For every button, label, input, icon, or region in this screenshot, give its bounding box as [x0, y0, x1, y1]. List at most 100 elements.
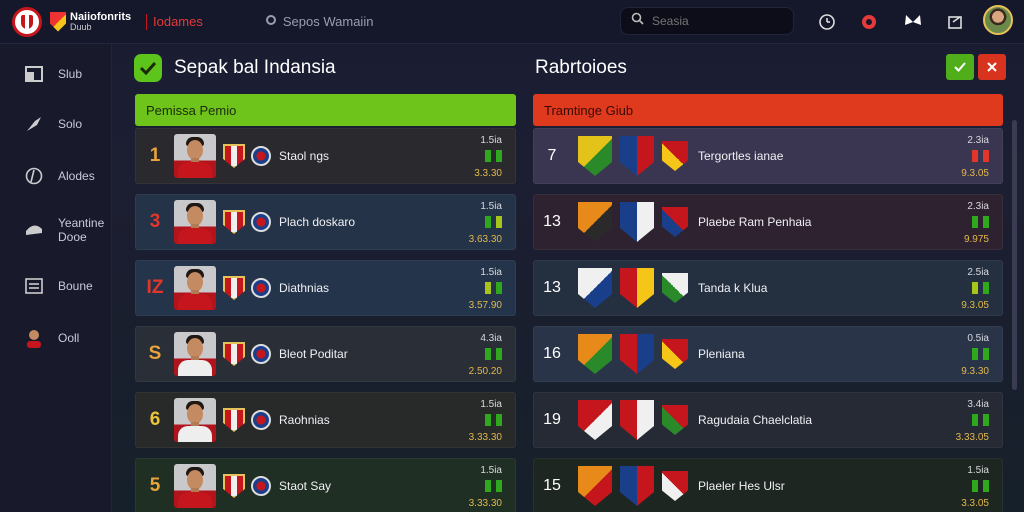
whistle-icon	[24, 114, 44, 134]
table-row[interactable]: 15 Plaeler Hes Ulsr 1.5ia 3.3.05	[533, 458, 1003, 512]
table-row[interactable]: 19 Ragudaia Chaelclatia 3.4ia 3.33.05	[533, 392, 1003, 448]
sidebar-item-label: Ooll	[58, 331, 80, 345]
club-crest-icon	[620, 202, 654, 242]
scrollbar[interactable]	[1012, 120, 1017, 390]
player-name: Diathnias	[279, 281, 330, 295]
sidebar-item-alodes[interactable]: Alodes	[0, 154, 112, 198]
stats-block: 0.5ia 9.3.30	[941, 333, 989, 377]
rank-number: 16	[543, 345, 561, 362]
player-name: Staol ngs	[279, 149, 330, 163]
stat-bars	[941, 414, 989, 426]
stat-bars	[454, 480, 502, 492]
stat-bar	[983, 348, 989, 360]
rank-number: S	[148, 343, 162, 364]
table-row[interactable]: S Bleot Poditar 4.3ia 2.50.20	[135, 326, 516, 382]
table-row[interactable]: 5 Staot Say 1.5ia 3.33.30	[135, 458, 516, 512]
search-input[interactable]	[652, 14, 772, 28]
stat-bar	[983, 282, 989, 294]
rank-number: 5	[149, 475, 161, 496]
user-avatar[interactable]	[983, 5, 1013, 35]
player-photo	[174, 332, 216, 376]
sidebar-item-club[interactable]: Slub	[0, 52, 112, 96]
brand-name: Naiiofonrits Duub	[70, 11, 131, 32]
nav-item-active[interactable]: Iodames	[153, 14, 203, 29]
stats-block: 4.3ia 2.50.20	[454, 333, 502, 377]
rank-number: 1	[149, 145, 161, 166]
stat-score: 3.33.30	[468, 498, 502, 509]
club-name: Tergortles ianae	[698, 149, 784, 163]
table-row[interactable]: 13 Plaebe Ram Penhaia 2.3ia 9.975	[533, 194, 1003, 250]
sidebar-item-solo[interactable]: Solo	[0, 102, 112, 146]
table-row[interactable]: 1 Staol ngs 1.5ia 3.3.30	[135, 128, 516, 184]
club-badge-icon	[251, 410, 271, 430]
player-photo	[174, 266, 216, 310]
stat-score: 3.33.05	[955, 432, 989, 443]
search-box[interactable]	[620, 7, 794, 35]
ball-icon	[24, 166, 44, 186]
right-panel-header[interactable]: Tramtinge Giub	[533, 94, 1003, 126]
club-crest-icon	[620, 400, 654, 440]
club-crest-icon	[620, 136, 654, 176]
stat-bar	[972, 348, 978, 360]
table-row[interactable]: 16 Pleniana 0.5ia 9.3.30	[533, 326, 1003, 382]
stat-bar	[972, 282, 978, 294]
stat-score: 3.63.30	[468, 234, 502, 245]
sidebar-item-label: Solo	[58, 117, 83, 131]
rank-number: 7	[547, 147, 557, 164]
table-row[interactable]: IZ Diathnias 1.5ia 3.57.90	[135, 260, 516, 316]
sidebar-item-yeantine[interactable]: Yeantine Dooe	[0, 208, 112, 252]
stat-value: 1.5ia	[480, 399, 502, 410]
stat-score: 3.3.30	[474, 168, 502, 179]
notification-icon[interactable]	[858, 11, 880, 33]
stat-value: 2.3ia	[967, 201, 989, 212]
club-crest-icon	[620, 334, 654, 374]
rank-number: 13	[543, 213, 561, 230]
club-name: Tanda k Klua	[698, 281, 768, 295]
nav-item-sports[interactable]: Sepos Wamaiin	[265, 14, 374, 29]
club-crest-icon	[223, 408, 245, 432]
stats-block: 3.4ia 3.33.05	[941, 399, 989, 443]
club-name: Plaeler Hes Ulsr	[698, 479, 785, 493]
clock-icon[interactable]	[816, 11, 838, 33]
table-row[interactable]: 6 Raohnias 1.5ia 3.33.30	[135, 392, 516, 448]
list-icon	[24, 276, 44, 296]
club-name: Plaebe Ram Penhaia	[698, 215, 812, 229]
club-name: Ragudaia Chaelclatia	[698, 413, 813, 427]
sidebar-item-label: Slub	[58, 67, 83, 81]
table-row[interactable]: 13 Tanda k Klua 2.5ia 9.3.05	[533, 260, 1003, 316]
stat-bar	[972, 414, 978, 426]
stat-value: 1.5ia	[480, 465, 502, 476]
rank-number: 3	[149, 211, 161, 232]
confirm-button[interactable]	[946, 54, 974, 80]
stat-score: 9.3.30	[961, 366, 989, 377]
club-crest-icon	[620, 466, 654, 506]
left-panel-title: Sepak bal Indansia	[174, 57, 336, 78]
brand-logo[interactable]: Naiiofonrits Duub	[0, 6, 140, 37]
table-row[interactable]: 3 Plach doskaro 1.5ia 3.63.30	[135, 194, 516, 250]
close-icon	[987, 62, 997, 72]
stat-bar	[983, 480, 989, 492]
stat-value: 3.4ia	[967, 399, 989, 410]
rank-number: 13	[543, 279, 561, 296]
nav-item-label: Sepos Wamaiin	[282, 14, 374, 29]
stat-score: 9.3.05	[961, 300, 989, 311]
check-icon	[954, 62, 966, 72]
club-icon	[24, 64, 44, 84]
stat-bars	[941, 216, 989, 228]
stat-value: 1.5ia	[480, 201, 502, 212]
stat-bar	[485, 282, 491, 294]
table-row[interactable]: 7 Tergortles ianae 2.3ia 9.3.05	[533, 128, 1003, 184]
butterfly-icon[interactable]	[902, 11, 924, 33]
sidebar-item-ooll[interactable]: Ooll	[0, 316, 112, 360]
share-icon[interactable]	[944, 11, 966, 33]
right-panel-title: Rabrtoioes	[535, 57, 627, 78]
stat-score: 3.57.90	[468, 300, 502, 311]
left-panel-header[interactable]: Pemissa Pemio	[135, 94, 516, 126]
player-name: Plach doskaro	[279, 215, 356, 229]
sidebar-item-boune[interactable]: Boune	[0, 264, 112, 308]
close-button[interactable]	[978, 54, 1006, 80]
player-icon	[24, 328, 44, 348]
stat-bars	[454, 348, 502, 360]
stat-bar	[485, 480, 491, 492]
shield-icon	[50, 11, 66, 32]
